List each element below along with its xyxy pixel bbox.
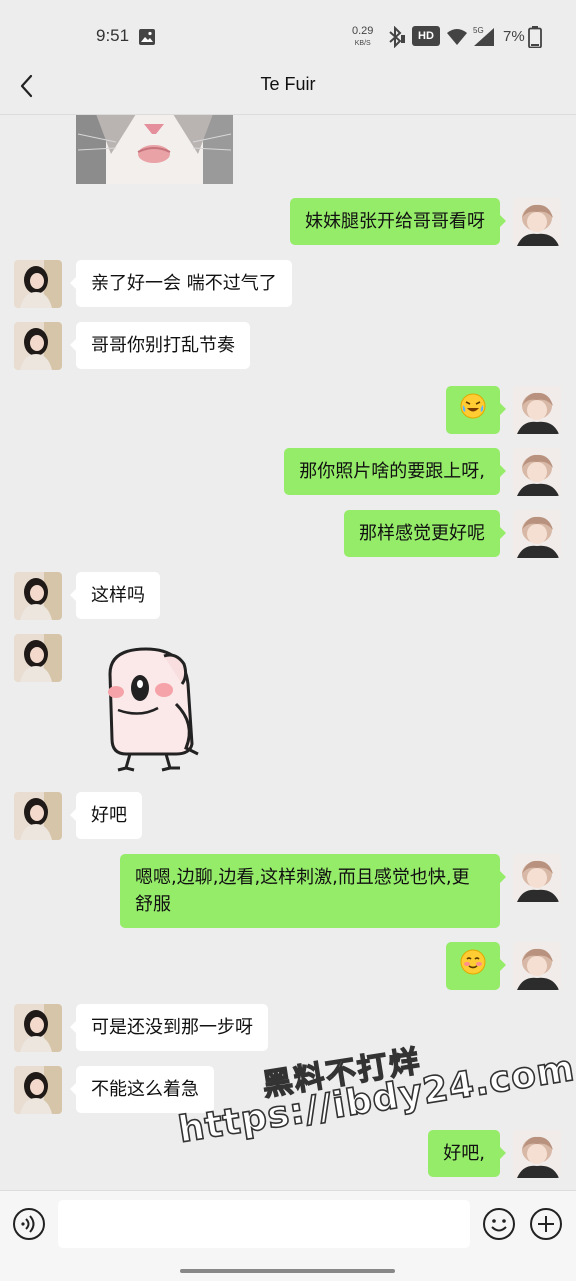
message-list[interactable]: 妹妹腿张开给哥哥看呀 亲了好一会 喘不过气了 哥哥你别打乱节奏 那你照片啥的要跟… bbox=[0, 114, 576, 1190]
battery-percent: 7% bbox=[503, 28, 525, 45]
cat-photo-message[interactable] bbox=[76, 114, 233, 184]
emoji-icon[interactable] bbox=[482, 1207, 516, 1241]
my-avatar[interactable] bbox=[513, 386, 561, 434]
contact-avatar[interactable] bbox=[14, 1066, 62, 1114]
received-message-bubble[interactable]: 可是还没到那一步呀 bbox=[70, 1004, 268, 1051]
sent-message-bubble[interactable]: 妹妹腿张开给哥哥看呀 bbox=[290, 198, 506, 245]
cellular-signal-icon: 5G bbox=[472, 25, 498, 51]
contact-avatar[interactable] bbox=[14, 572, 62, 620]
contact-avatar[interactable] bbox=[14, 260, 62, 308]
home-indicator[interactable] bbox=[180, 1269, 395, 1273]
network-speed: 0.29 KB/S bbox=[352, 26, 373, 49]
input-bar bbox=[0, 1190, 576, 1281]
bluetooth-icon bbox=[386, 25, 406, 52]
sent-message-bubble[interactable]: 嗯嗯,边聊,边看,这样刺激,而且感觉也快,更舒服 bbox=[120, 854, 506, 928]
contact-avatar[interactable] bbox=[14, 634, 62, 682]
sent-message-bubble[interactable]: 那样感觉更好呢 bbox=[344, 510, 506, 557]
status-time: 9:51 bbox=[96, 26, 130, 45]
blushing-smile-emoji-icon bbox=[460, 949, 486, 983]
contact-avatar[interactable] bbox=[14, 1004, 62, 1052]
sent-emoji-bubble[interactable] bbox=[446, 386, 506, 434]
my-avatar[interactable] bbox=[513, 1130, 561, 1178]
received-message-bubble[interactable]: 亲了好一会 喘不过气了 bbox=[70, 260, 292, 307]
parrot-sticker[interactable] bbox=[96, 644, 206, 774]
plus-icon[interactable] bbox=[529, 1207, 563, 1241]
voice-icon[interactable] bbox=[12, 1207, 46, 1241]
message-input[interactable] bbox=[58, 1200, 470, 1248]
wifi-icon bbox=[446, 28, 468, 50]
sent-emoji-bubble[interactable] bbox=[446, 942, 506, 990]
laughing-crying-emoji-icon bbox=[460, 393, 486, 427]
contact-avatar[interactable] bbox=[14, 792, 62, 840]
received-message-bubble[interactable]: 这样吗 bbox=[70, 572, 160, 619]
chat-header: Te Fuir bbox=[0, 56, 576, 115]
my-avatar[interactable] bbox=[513, 510, 561, 558]
svg-text:5G: 5G bbox=[473, 26, 484, 35]
my-avatar[interactable] bbox=[513, 854, 561, 902]
my-avatar[interactable] bbox=[513, 448, 561, 496]
my-avatar[interactable] bbox=[513, 942, 561, 990]
sent-message-bubble[interactable]: 那你照片啥的要跟上呀, bbox=[284, 448, 506, 495]
chat-title[interactable]: Te Fuir bbox=[0, 74, 576, 95]
network-speed-value: 0.29 bbox=[352, 25, 374, 37]
contact-avatar[interactable] bbox=[14, 322, 62, 370]
gallery-notification-icon bbox=[138, 28, 156, 50]
received-message-bubble[interactable]: 不能这么着急 bbox=[70, 1066, 214, 1113]
battery-icon bbox=[528, 26, 542, 52]
network-speed-unit: KB/S bbox=[354, 40, 371, 47]
received-message-bubble[interactable]: 哥哥你别打乱节奏 bbox=[70, 322, 250, 369]
hd-badge: HD bbox=[412, 26, 440, 46]
received-message-bubble[interactable]: 好吧 bbox=[70, 792, 142, 839]
sent-message-bubble[interactable]: 好吧, bbox=[428, 1130, 506, 1177]
my-avatar[interactable] bbox=[513, 198, 561, 246]
